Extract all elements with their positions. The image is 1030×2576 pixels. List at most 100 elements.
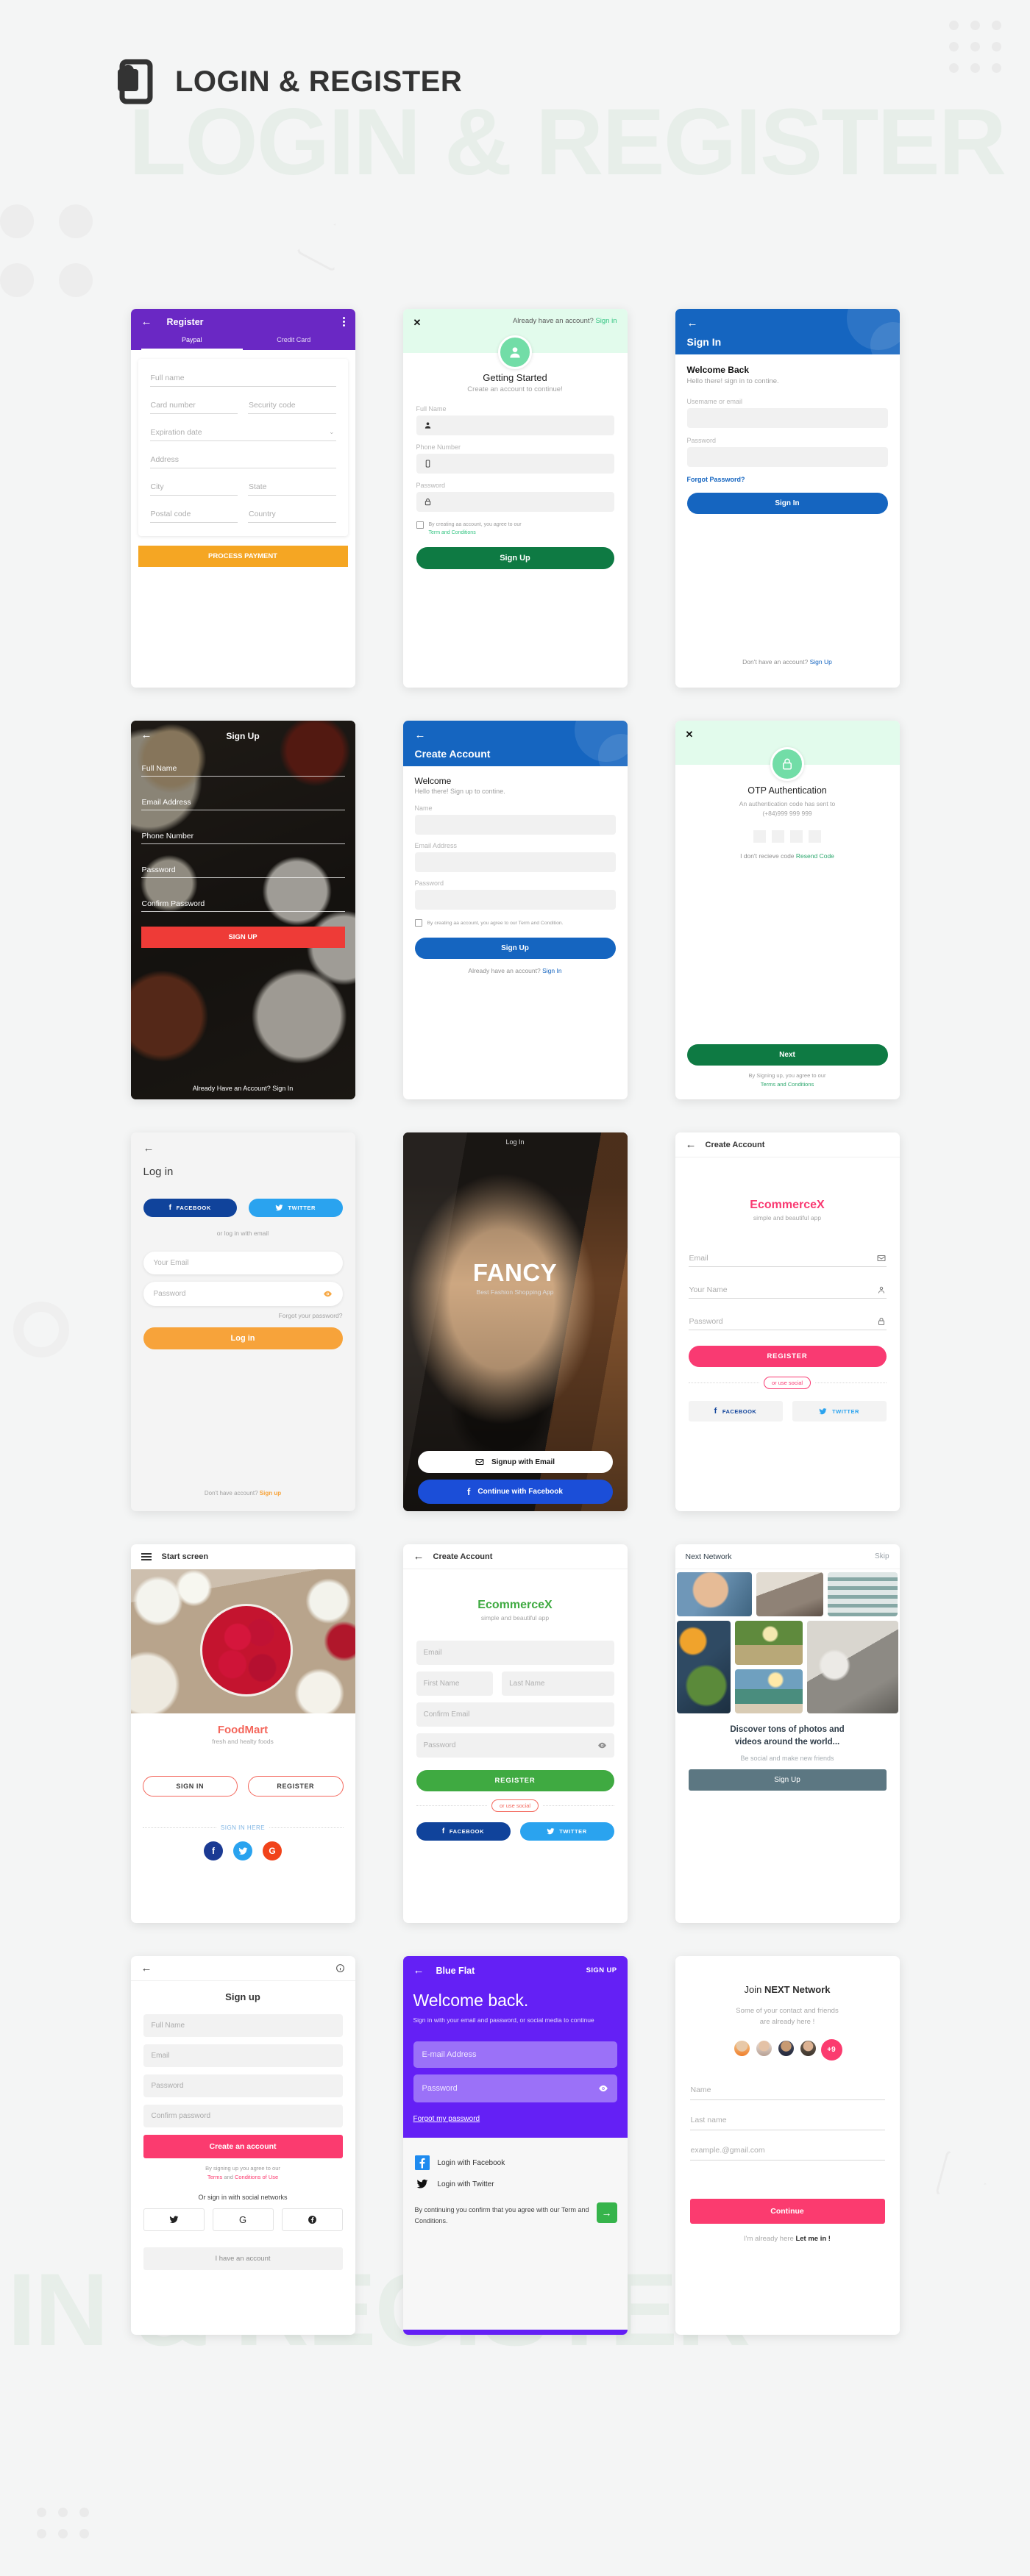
username-input[interactable] xyxy=(686,408,888,428)
sign-in-link[interactable]: Sign In xyxy=(542,967,561,974)
process-payment-button[interactable]: PROCESS PAYMENT xyxy=(138,546,348,567)
skip-button[interactable]: Skip xyxy=(875,1552,889,1560)
terms-checkbox[interactable] xyxy=(414,919,422,927)
state-input[interactable]: State xyxy=(248,479,336,496)
log-in-button[interactable]: Log in xyxy=(143,1327,343,1349)
last-name-input[interactable]: Last name xyxy=(689,2113,885,2131)
name-input[interactable] xyxy=(414,815,616,835)
avatar[interactable] xyxy=(732,2039,751,2058)
card-number-input[interactable]: Card number xyxy=(149,398,238,414)
facebook-icon-button[interactable]: f xyxy=(204,1841,223,1860)
postal-code-input[interactable]: Postal code xyxy=(149,507,238,523)
gallery-photo-salad[interactable] xyxy=(676,1621,731,1713)
back-icon[interactable]: ← xyxy=(686,1139,697,1150)
sign-up-button[interactable]: Sign Up xyxy=(416,547,614,569)
otp-digit-3[interactable] xyxy=(790,829,803,843)
gallery-photo-portrait[interactable] xyxy=(676,1572,753,1616)
forgot-password-link[interactable]: Forgot your password? xyxy=(143,1312,343,1319)
already-have-account-link[interactable]: Already Have an Account? Sign In xyxy=(131,1085,355,1092)
gallery-photo-building[interactable] xyxy=(827,1572,898,1616)
google-button[interactable]: G xyxy=(212,2208,274,2231)
password-input[interactable]: Password xyxy=(688,1314,887,1330)
name-input[interactable]: Name xyxy=(689,2083,885,2101)
facebook-button[interactable] xyxy=(281,2208,343,2231)
twitter-login-row[interactable]: Login with Twitter xyxy=(415,2178,616,2190)
sign-in-link[interactable]: Sign in xyxy=(595,317,617,325)
hamburger-icon[interactable] xyxy=(141,1552,152,1561)
full-name-input[interactable]: Full Name xyxy=(141,762,345,777)
confirm-email-input[interactable]: Confirm Email xyxy=(416,1702,614,1727)
sign-up-button[interactable]: SIGN UP xyxy=(141,927,345,948)
otp-terms-link[interactable]: Terms and Conditions xyxy=(687,1081,888,1088)
sign-up-link[interactable]: SIGN UP xyxy=(586,1966,617,1974)
confirm-password-input[interactable]: Confirm Password xyxy=(141,897,345,912)
otp-digit-1[interactable] xyxy=(753,829,766,843)
register-button[interactable]: REGISTER xyxy=(416,1770,614,1791)
email-address-input[interactable]: Email Address xyxy=(141,796,345,810)
sign-up-button[interactable]: Sign Up xyxy=(414,938,616,959)
password-input[interactable] xyxy=(416,492,614,512)
otp-digit-4[interactable] xyxy=(809,829,821,843)
terms-link-terms[interactable]: Terms xyxy=(207,2174,222,2180)
create-account-button[interactable]: Create an account xyxy=(143,2135,343,2158)
facebook-button[interactable]: f FACEBOOK xyxy=(416,1822,511,1841)
email-input[interactable] xyxy=(414,852,616,872)
password-input[interactable]: Password xyxy=(141,863,345,878)
your-name-input[interactable]: Your Name xyxy=(688,1282,887,1299)
continue-button[interactable]: Continue xyxy=(689,2199,885,2224)
register-button[interactable]: REGISTER xyxy=(248,1776,344,1797)
terms-checkbox[interactable] xyxy=(416,521,424,529)
back-icon[interactable]: ← xyxy=(143,1142,154,1155)
email-input[interactable]: Your Email xyxy=(143,1252,343,1274)
city-input[interactable]: City xyxy=(149,479,238,496)
back-icon[interactable]: ← xyxy=(141,1963,152,1974)
back-icon[interactable]: ← xyxy=(413,1965,425,1976)
google-icon-button[interactable]: G xyxy=(263,1841,282,1860)
full-name-input[interactable] xyxy=(416,415,614,435)
info-icon[interactable] xyxy=(335,1963,345,1973)
expiration-date-select[interactable]: Expiration date ⌄ xyxy=(149,425,336,441)
gallery-photo-forest-road[interactable] xyxy=(734,1621,803,1665)
back-icon[interactable]: ← xyxy=(687,317,698,329)
password-input[interactable]: Password xyxy=(143,1282,343,1306)
facebook-login-row[interactable]: Login with Facebook xyxy=(414,2155,616,2171)
close-icon[interactable]: ✕ xyxy=(686,729,694,741)
let-me-in-link[interactable]: Let me in ! xyxy=(795,2235,831,2243)
password-input[interactable]: Password xyxy=(143,2074,343,2097)
i-have-account-button[interactable]: I have an account xyxy=(143,2247,343,2270)
back-icon[interactable]: ← xyxy=(141,316,152,327)
tab-paypal[interactable]: Paypal xyxy=(141,336,243,350)
register-button[interactable]: REGISTER xyxy=(688,1346,887,1367)
otp-digit-2[interactable] xyxy=(772,829,784,843)
phone-number-input[interactable]: Phone Number xyxy=(141,829,345,844)
avatar[interactable] xyxy=(754,2039,773,2058)
password-input[interactable]: Password xyxy=(413,2074,617,2103)
forgot-password-link[interactable]: Forgot Password? xyxy=(687,476,888,483)
email-input[interactable]: example.@gmail.com xyxy=(689,2143,885,2161)
address-input[interactable]: Address xyxy=(149,452,336,468)
full-name-input[interactable]: Full name xyxy=(149,371,336,387)
back-icon[interactable]: ← xyxy=(415,729,426,741)
terms-link[interactable]: Term and Conditions xyxy=(429,530,476,535)
twitter-button[interactable]: TWITTER xyxy=(792,1401,887,1421)
signup-with-email-button[interactable]: Signup with Email xyxy=(417,1451,613,1473)
email-input[interactable]: E-mail Address xyxy=(413,2041,617,2069)
password-input[interactable]: Password xyxy=(416,1733,614,1758)
last-name-input[interactable]: Last Name xyxy=(502,1671,614,1696)
submit-fab-button[interactable]: → xyxy=(596,2202,617,2223)
tab-credit-card[interactable]: Credit Card xyxy=(243,336,345,350)
terms-link-conditions[interactable]: Conditions of Use xyxy=(235,2174,278,2180)
next-button[interactable]: Next xyxy=(686,1044,888,1066)
password-input[interactable] xyxy=(414,890,616,910)
twitter-button[interactable]: TWITTER xyxy=(519,1822,614,1841)
sign-up-button[interactable]: Sign Up xyxy=(688,1769,887,1791)
sign-up-link[interactable]: Sign Up xyxy=(810,658,832,666)
gallery-photo-desk[interactable] xyxy=(806,1621,898,1713)
full-name-input[interactable]: Full Name xyxy=(143,2014,343,2037)
gallery-photo-interior[interactable] xyxy=(756,1572,823,1616)
twitter-button[interactable] xyxy=(143,2208,205,2231)
back-icon[interactable]: ← xyxy=(413,1551,425,1562)
country-input[interactable]: Country xyxy=(248,507,336,523)
avatar[interactable] xyxy=(798,2039,817,2058)
email-input[interactable]: Email xyxy=(688,1251,887,1267)
